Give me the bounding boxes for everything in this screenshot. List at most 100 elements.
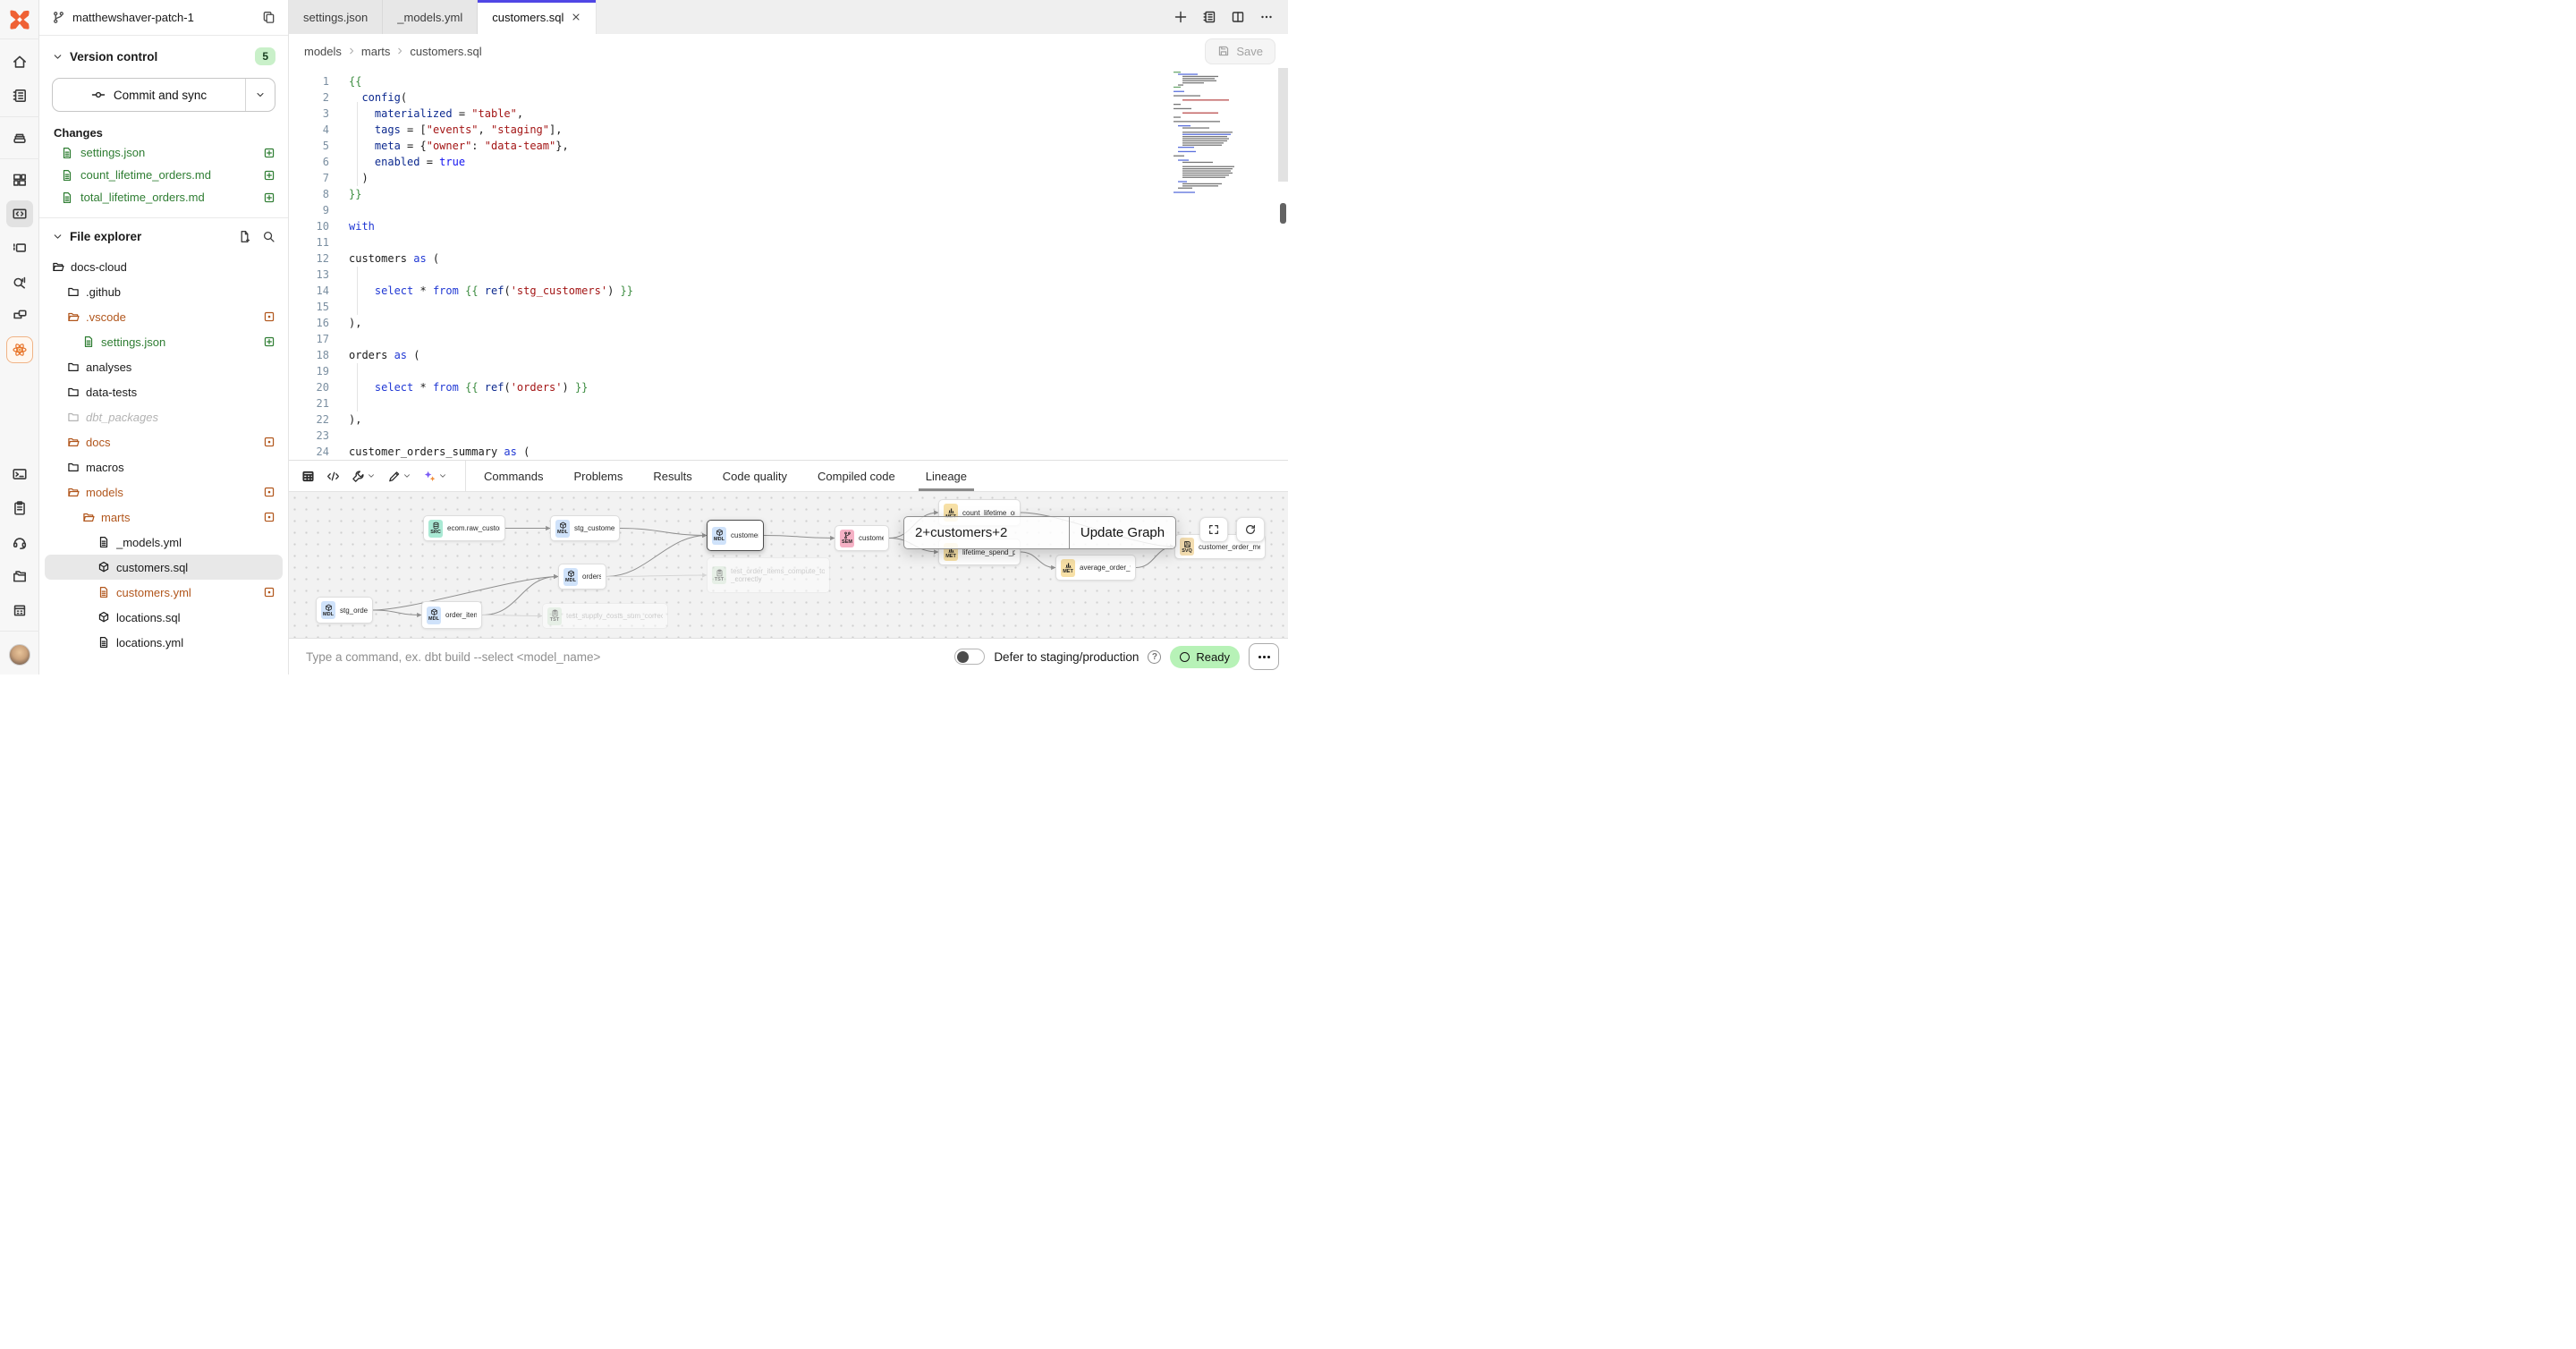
help-icon[interactable]: ? xyxy=(1148,650,1161,664)
code-editor[interactable]: 1{{2 config(3 materialized = "table",4 t… xyxy=(289,68,1288,460)
changed-file-row[interactable]: total_lifetime_orders.md xyxy=(39,186,288,208)
fullscreen-button[interactable] xyxy=(1199,517,1228,542)
chevron-down-icon[interactable] xyxy=(367,471,376,480)
file-tree-item-dbt-packages[interactable]: dbt_packages xyxy=(45,404,283,429)
sidebar-nav-code-editor-icon[interactable] xyxy=(6,200,33,227)
stage-plus-icon[interactable] xyxy=(263,169,275,182)
command-input[interactable] xyxy=(304,649,945,665)
editor-scrollbar[interactable] xyxy=(1280,203,1286,224)
more-options-icon[interactable] xyxy=(1259,10,1274,24)
user-avatar[interactable] xyxy=(9,644,30,666)
file-tree-item-macros[interactable]: macros xyxy=(45,454,283,479)
copy-icon[interactable] xyxy=(262,11,275,24)
file-tree-item-docs[interactable]: docs xyxy=(45,429,283,454)
changed-file-row[interactable]: settings.json xyxy=(39,141,288,164)
sidebar-nav-insights-icon[interactable] xyxy=(6,268,33,295)
sidebar-nav-support-icon[interactable] xyxy=(6,529,33,556)
file-tree-item-customers-sql[interactable]: customers.sql xyxy=(45,555,283,580)
file-tree-item-analyses[interactable]: analyses xyxy=(45,354,283,379)
editor-tab-customers-sql[interactable]: customers.sql xyxy=(478,0,597,34)
chevron-down-icon[interactable] xyxy=(402,471,411,480)
sidebar-nav-notebook-icon[interactable] xyxy=(6,82,33,109)
line-number: 8 xyxy=(289,186,329,202)
changed-file-name: settings.json xyxy=(80,146,256,159)
changes-list: settings.json count_lifetime_orders.mdtot… xyxy=(39,141,288,208)
sidebar-nav-canvas-icon[interactable] xyxy=(6,234,33,261)
search-icon[interactable] xyxy=(262,230,275,243)
lineage-node-customers-sem[interactable]: SEMcustomers xyxy=(835,525,889,551)
sidebar-nav-windows-icon[interactable] xyxy=(6,302,33,329)
stage-plus-icon[interactable] xyxy=(263,147,275,159)
project-header[interactable]: matthewshaver-patch-1 xyxy=(39,0,288,36)
sidebar-nav-stack-icon[interactable] xyxy=(6,124,33,151)
version-control-header[interactable]: Version control 5 xyxy=(39,36,288,71)
editor-tab--models-yml[interactable]: _models.yml xyxy=(383,0,478,34)
build-wrench-icon[interactable] xyxy=(352,470,376,483)
lineage-node-average-order-value[interactable]: METaverage_order_value xyxy=(1055,555,1136,581)
file-tree-item--models-yml[interactable]: _models.yml xyxy=(45,530,283,555)
chevron-down-icon[interactable] xyxy=(438,471,447,480)
file-tree-item-models[interactable]: models xyxy=(45,479,283,505)
commit-and-sync-button[interactable]: Commit and sync xyxy=(52,78,275,112)
file-tree-item-locations-sql[interactable]: locations.sql xyxy=(45,605,283,630)
lineage-node-test-supply[interactable]: TSTtest_supply_costs_sum_correctly xyxy=(542,603,668,629)
stage-plus-icon[interactable] xyxy=(263,191,275,204)
commit-dropdown-button[interactable] xyxy=(245,79,275,111)
editor-tab-settings-json[interactable]: settings.json xyxy=(289,0,383,34)
defer-toggle[interactable] xyxy=(954,649,985,665)
new-tab-icon[interactable] xyxy=(1174,10,1188,24)
panel-tab-commands[interactable]: Commands xyxy=(484,461,543,491)
sidebar-nav-home-icon[interactable] xyxy=(6,48,33,75)
sidebar-nav-blocks-icon[interactable] xyxy=(6,166,33,193)
lineage-node-test-order-items[interactable]: TSTtest_order_items_compute_to_bools _co… xyxy=(707,557,830,593)
panel-tab-code-quality[interactable]: Code quality xyxy=(723,461,787,491)
close-tab-icon[interactable] xyxy=(571,12,581,22)
breadcrumb-segment[interactable]: customers.sql xyxy=(410,45,481,58)
sidebar-nav-projects-icon[interactable] xyxy=(6,563,33,590)
sidebar-nav-clipboard-icon[interactable] xyxy=(6,495,33,522)
file-tree-item-marts[interactable]: marts xyxy=(45,505,283,530)
format-code-icon[interactable] xyxy=(387,470,411,483)
panel-tab-problems[interactable]: Problems xyxy=(573,461,623,491)
sidebar-nav-terminal-icon[interactable] xyxy=(6,461,33,488)
lineage-node-stg-orders[interactable]: MDLstg_orders xyxy=(316,597,373,624)
file-tree-item-settings-json[interactable]: settings.json xyxy=(45,329,283,354)
new-file-icon[interactable] xyxy=(238,230,251,243)
file-tree-item--github[interactable]: .github xyxy=(45,279,283,304)
file-name: analyses xyxy=(86,361,275,374)
split-editor-icon[interactable] xyxy=(1231,10,1245,24)
save-button[interactable]: Save xyxy=(1205,38,1275,64)
file-tree-item-docs-cloud[interactable]: docs-cloud xyxy=(45,254,283,279)
minimap[interactable] xyxy=(1171,70,1267,195)
sidebar-nav-organization-icon[interactable] xyxy=(6,597,33,624)
file-tree-item-locations-yml[interactable]: locations.yml xyxy=(45,630,283,655)
file-explorer-header[interactable]: File explorer xyxy=(39,218,288,249)
ai-fix-icon[interactable] xyxy=(423,470,447,483)
file-tree-item-customers-yml[interactable]: customers.yml xyxy=(45,580,283,605)
lineage-node-stg-customers[interactable]: MDLstg_customers xyxy=(550,515,620,541)
refresh-graph-button[interactable] xyxy=(1236,517,1265,542)
panel-tab-lineage[interactable]: Lineage xyxy=(926,461,967,491)
breadcrumb-segment[interactable]: marts xyxy=(361,45,391,58)
notebook-icon[interactable] xyxy=(1202,10,1216,24)
file-tree-item--vscode[interactable]: .vscode xyxy=(45,304,283,329)
sem-badge: SEM xyxy=(840,530,854,547)
lineage-node-raw-customers[interactable]: SRCecom.raw_customers xyxy=(423,515,505,541)
lineage-node-customers-mdl[interactable]: MDLcustomers xyxy=(707,520,764,551)
breadcrumb-segment[interactable]: models xyxy=(304,45,342,58)
file-tree-item-data-tests[interactable]: data-tests xyxy=(45,379,283,404)
update-graph-button[interactable]: Update Graph xyxy=(1069,517,1175,548)
panel-tab-results[interactable]: Results xyxy=(653,461,691,491)
changed-file-row[interactable]: count_lifetime_orders.md xyxy=(39,164,288,186)
compile-code-icon[interactable] xyxy=(326,470,340,483)
lineage-graph[interactable]: SRCecom.raw_customers MDLstg_customers MDL… xyxy=(289,492,1288,638)
more-options-button[interactable] xyxy=(1249,643,1279,670)
lineage-node-orders[interactable]: MDLorders xyxy=(558,564,606,590)
sidebar-nav-copilot-icon[interactable] xyxy=(6,336,33,363)
minimap-slider[interactable] xyxy=(1278,68,1288,182)
lineage-search-input[interactable]: 2+customers+2 xyxy=(904,517,1069,548)
panel-tab-compiled-code[interactable]: Compiled code xyxy=(818,461,895,491)
tab-label: customers.sql xyxy=(492,11,564,24)
preview-table-icon[interactable] xyxy=(301,470,315,483)
lineage-node-order-items[interactable]: MDLorder_items xyxy=(421,601,482,629)
